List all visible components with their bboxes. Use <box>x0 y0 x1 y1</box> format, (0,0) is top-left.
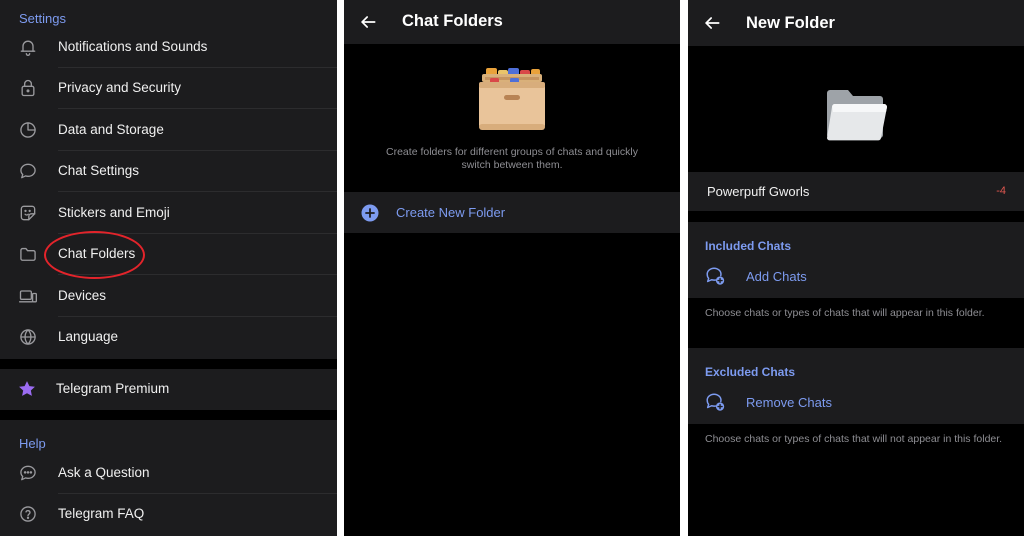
remove-chats-button[interactable]: Remove Chats <box>746 395 832 410</box>
new-folder-panel: New Folder Powerpuff Gworls -4 Included … <box>688 0 1024 536</box>
divider <box>58 191 337 192</box>
divider <box>58 108 337 109</box>
devices-icon <box>18 286 38 306</box>
excluded-chats-section: Excluded Chats Remove Chats <box>688 348 1024 424</box>
settings-item-language[interactable]: Language <box>0 317 337 358</box>
settings-item-label: Notifications and Sounds <box>58 39 208 54</box>
settings-item-label: Chat Settings <box>58 163 140 178</box>
included-chats-hint: Choose chats or types of chats that will… <box>705 307 985 319</box>
back-arrow-icon[interactable] <box>358 12 378 32</box>
settings-item-chat-settings[interactable]: Chat Settings <box>0 151 337 192</box>
settings-item-label: Privacy and Security <box>58 80 182 95</box>
excluded-chats-hint: Choose chats or types of chats that will… <box>705 433 1003 445</box>
settings-item-notifications[interactable]: Notifications and Sounds <box>0 27 337 68</box>
chat-folders-panel: Chat Folders Create folders for differen… <box>344 0 680 536</box>
chat-dots-icon <box>18 463 38 483</box>
settings-item-label: Stickers and Emoji <box>58 205 170 220</box>
folder-name-value: Powerpuff Gworls <box>707 184 810 199</box>
settings-item-devices[interactable]: Devices <box>0 276 337 317</box>
settings-item-stickers[interactable]: Stickers and Emoji <box>0 193 337 234</box>
app-bar: Chat Folders <box>344 0 680 44</box>
back-arrow-icon[interactable] <box>702 13 722 33</box>
remove-chat-icon <box>704 391 726 413</box>
folder-illustration <box>824 80 890 146</box>
included-chats-section: Included Chats Add Chats <box>688 222 1024 298</box>
excluded-chats-title: Excluded Chats <box>705 365 796 379</box>
plus-circle-icon <box>361 204 379 222</box>
file-cabinet-illustration <box>476 66 548 132</box>
settings-item-label: Telegram Premium <box>56 381 170 396</box>
pie-chart-icon <box>18 120 38 140</box>
help-item-ask-question[interactable]: Ask a Question <box>0 453 337 494</box>
sticker-icon <box>18 203 38 223</box>
settings-panel: Settings Notifications and Sounds Privac… <box>0 0 337 536</box>
help-section-title: Help <box>19 436 46 451</box>
help-item-faq[interactable]: Telegram FAQ <box>0 494 337 535</box>
settings-item-premium[interactable]: Telegram Premium <box>0 369 337 410</box>
premium-star-icon <box>17 379 37 399</box>
settings-section-title: Settings <box>19 11 66 26</box>
settings-item-label: Data and Storage <box>58 122 164 137</box>
create-new-folder-label: Create New Folder <box>396 205 506 220</box>
help-item-label: Telegram FAQ <box>58 506 145 521</box>
bell-icon <box>18 37 38 57</box>
question-circle-icon <box>18 504 38 524</box>
add-chats-button[interactable]: Add Chats <box>746 269 807 284</box>
lock-icon <box>18 78 38 98</box>
app-bar: New Folder <box>688 0 1024 46</box>
name-length-counter: -4 <box>996 185 1006 197</box>
create-new-folder-button[interactable]: Create New Folder <box>344 192 680 233</box>
chat-folders-description: Create folders for different groups of c… <box>386 146 638 171</box>
add-chat-icon <box>704 265 726 287</box>
included-chats-title: Included Chats <box>705 239 792 253</box>
highlight-circle <box>44 231 145 279</box>
page-title: New Folder <box>746 14 835 32</box>
settings-item-privacy[interactable]: Privacy and Security <box>0 68 337 109</box>
settings-item-label: Devices <box>58 288 107 303</box>
folder-name-field[interactable]: Powerpuff Gworls -4 <box>688 172 1024 211</box>
chat-bubble-icon <box>18 161 38 181</box>
settings-item-label: Language <box>58 329 119 344</box>
globe-icon <box>18 327 38 347</box>
settings-item-data-storage[interactable]: Data and Storage <box>0 110 337 151</box>
help-item-label: Ask a Question <box>58 465 150 480</box>
page-title: Chat Folders <box>402 12 503 30</box>
folder-icon <box>18 244 38 264</box>
